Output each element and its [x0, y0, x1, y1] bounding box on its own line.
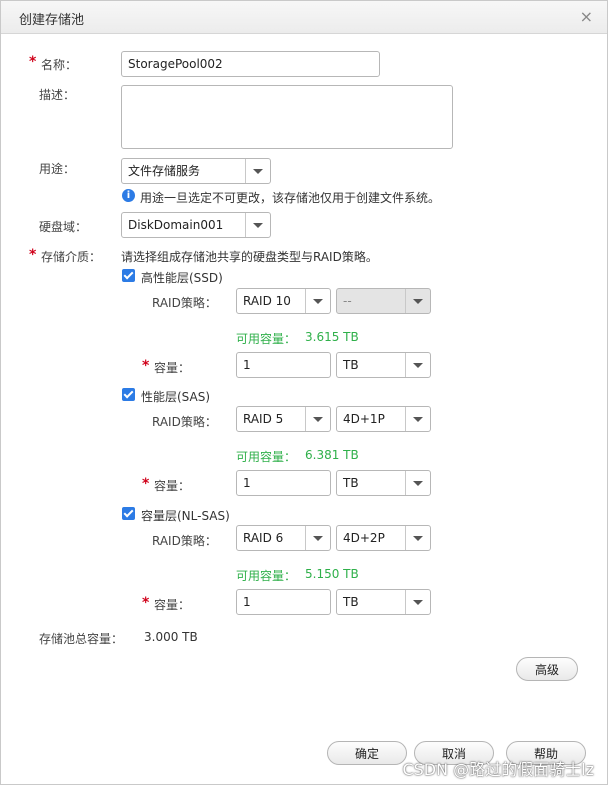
- watermark: CSDN @路过的假面骑士lz: [402, 760, 594, 779]
- advanced-button[interactable]: 高级: [516, 657, 578, 681]
- name-label: 名称：: [41, 58, 78, 72]
- raid-label: RAID策略：: [152, 415, 217, 429]
- dialog-title: 创建存储池: [19, 13, 85, 28]
- create-storage-pool-dialog: 创建存储池 × * 名称： StoragePool002 描述： 用途： 文件存…: [0, 0, 608, 785]
- chevron-down-icon: [405, 590, 430, 614]
- chevron-down-icon: [405, 353, 430, 377]
- ok-button[interactable]: 确定: [327, 741, 407, 765]
- available-capacity-label: 可用容量：: [236, 569, 297, 583]
- description-label: 描述：: [39, 88, 76, 102]
- chevron-down-icon: [245, 159, 270, 183]
- disk-domain-select-value: DiskDomain001: [128, 218, 224, 232]
- tier-ssd-unit-value: TB: [343, 358, 359, 372]
- chevron-down-icon: [305, 526, 330, 550]
- name-input[interactable]: StoragePool002: [121, 51, 380, 77]
- chevron-down-icon: [305, 407, 330, 431]
- dialog-titlebar: 创建存储池 ×: [1, 1, 607, 34]
- tier-nlsas-available-value: 5.150 TB: [305, 567, 359, 581]
- tier-nlsas-label: 容量层(NL-SAS): [141, 509, 230, 523]
- usage-note: 用途一旦选定不可更改，该存储池仅用于创建文件系统。: [140, 191, 441, 205]
- disk-domain-label: 硬盘域：: [39, 220, 88, 234]
- required-mark: *: [29, 247, 37, 263]
- tier-nlsas-raid-value: RAID 6: [243, 531, 284, 545]
- info-icon: i: [122, 189, 135, 202]
- capacity-label: 容量：: [154, 479, 191, 493]
- tier-sas-checkbox[interactable]: [122, 388, 135, 401]
- tier-nlsas-unit-select[interactable]: TB: [336, 589, 431, 615]
- tier-nlsas-checkbox[interactable]: [122, 507, 135, 520]
- tier-ssd-checkbox[interactable]: [122, 269, 135, 282]
- usage-label: 用途：: [39, 162, 76, 176]
- capacity-label: 容量：: [154, 361, 191, 375]
- usage-select[interactable]: 文件存储服务: [121, 158, 271, 184]
- medium-label: 存储介质：: [41, 250, 102, 264]
- capacity-label: 容量：: [154, 598, 191, 612]
- tier-sas-raid-value: RAID 5: [243, 412, 284, 426]
- required-mark: *: [142, 358, 150, 374]
- chevron-down-icon: [405, 471, 430, 495]
- tier-sas-raid-select[interactable]: RAID 5: [236, 406, 331, 432]
- tier-ssd-available-value: 3.615 TB: [305, 330, 359, 344]
- close-icon[interactable]: ×: [580, 7, 593, 26]
- tier-nlsas-layout-select[interactable]: 4D+2P: [336, 525, 431, 551]
- description-textarea[interactable]: [121, 85, 453, 149]
- tier-nlsas-raid-select[interactable]: RAID 6: [236, 525, 331, 551]
- tier-sas-available-value: 6.381 TB: [305, 448, 359, 462]
- tier-ssd-raid-value: RAID 10: [243, 294, 291, 308]
- required-mark: *: [142, 595, 150, 611]
- tier-ssd-unit-select[interactable]: TB: [336, 352, 431, 378]
- tier-sas-label: 性能层(SAS): [141, 390, 211, 404]
- raid-label: RAID策略：: [152, 534, 217, 548]
- tier-sas-layout-value: 4D+1P: [343, 412, 385, 426]
- chevron-down-icon: [405, 289, 430, 313]
- tier-sas-layout-select[interactable]: 4D+1P: [336, 406, 431, 432]
- tier-sas-unit-value: TB: [343, 476, 359, 490]
- medium-hint: 请选择组成存储池共享的硬盘类型与RAID策略。: [121, 250, 378, 264]
- total-capacity-label: 存储池总容量：: [39, 632, 124, 646]
- chevron-down-icon: [245, 213, 270, 237]
- tier-ssd-label: 高性能层(SSD): [141, 271, 223, 285]
- tier-ssd-raid-select[interactable]: RAID 10: [236, 288, 331, 314]
- tier-sas-unit-select[interactable]: TB: [336, 470, 431, 496]
- tier-nlsas-unit-value: TB: [343, 595, 359, 609]
- tier-ssd-layout-select: --: [336, 288, 431, 314]
- tier-nlsas-layout-value: 4D+2P: [343, 531, 385, 545]
- available-capacity-label: 可用容量：: [236, 332, 297, 346]
- chevron-down-icon: [305, 289, 330, 313]
- tier-sas-capacity-input[interactable]: 1: [236, 470, 331, 496]
- available-capacity-label: 可用容量：: [236, 450, 297, 464]
- required-mark: *: [29, 54, 37, 70]
- disk-domain-select[interactable]: DiskDomain001: [121, 212, 271, 238]
- chevron-down-icon: [405, 407, 430, 431]
- tier-ssd-capacity-input[interactable]: 1: [236, 352, 331, 378]
- usage-select-value: 文件存储服务: [128, 164, 201, 178]
- tier-nlsas-capacity-input[interactable]: 1: [236, 589, 331, 615]
- required-mark: *: [142, 476, 150, 492]
- tier-ssd-layout-value: --: [343, 294, 352, 308]
- raid-label: RAID策略：: [152, 296, 217, 310]
- total-capacity-value: 3.000 TB: [144, 630, 198, 644]
- chevron-down-icon: [405, 526, 430, 550]
